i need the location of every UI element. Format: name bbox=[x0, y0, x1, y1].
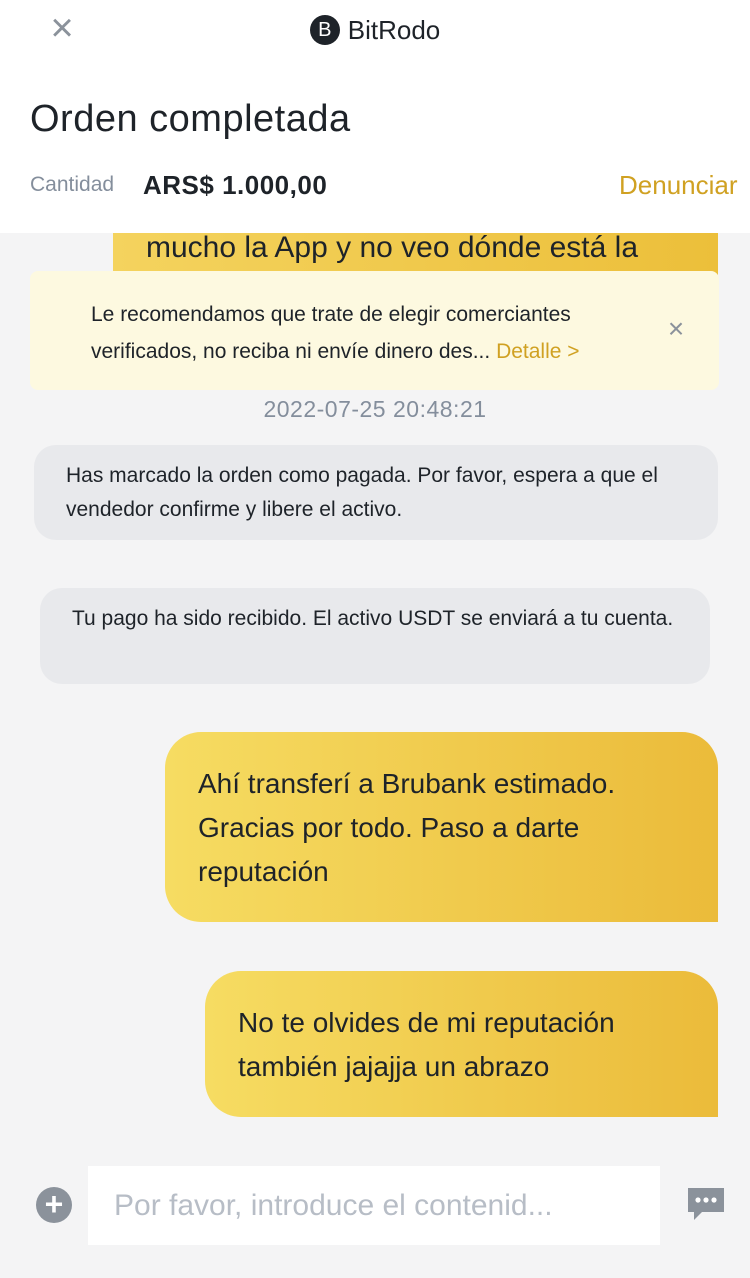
sent-message-bubble: No te olvides de mi reputación también j… bbox=[205, 971, 718, 1117]
quantity-value: ARS$ 1.000,00 bbox=[143, 170, 328, 200]
merchant-name[interactable]: B BitRodo bbox=[0, 12, 750, 48]
merchant-name-label: BitRodo bbox=[347, 15, 441, 45]
page-title: Orden completada bbox=[30, 98, 351, 140]
brand-logo-icon: B bbox=[309, 15, 340, 46]
safety-warning-banner: Le recomendamos que trate de elegir come… bbox=[30, 271, 719, 390]
chat-bubble-icon[interactable] bbox=[686, 1186, 726, 1224]
system-message: Has marcado la orden como pagada. Por fa… bbox=[34, 445, 718, 540]
warning-text: Le recomendamos que trate de elegir come… bbox=[91, 296, 661, 370]
system-message-text: Tu pago ha sido recibido. El activo USDT… bbox=[72, 607, 674, 630]
sent-message-bubble: Ahí transferí a Brubank estimado. Gracia… bbox=[165, 732, 718, 922]
report-button[interactable]: Denunciar bbox=[619, 170, 738, 201]
warning-close-icon[interactable]: × bbox=[662, 315, 690, 343]
warning-detail-link[interactable]: Detalle > bbox=[496, 340, 579, 363]
message-text: Ahí transferí a Brubank estimado. Gracia… bbox=[198, 768, 616, 887]
quantity-label: Cantidad bbox=[30, 173, 115, 196]
message-timestamp: 2022-07-25 20:48:21 bbox=[263, 396, 487, 422]
system-message-text: Has marcado la orden como pagada. Por fa… bbox=[66, 464, 658, 521]
message-text: mucho la App y no veo dónde está la bbox=[146, 231, 639, 264]
plus-icon[interactable]: + bbox=[36, 1187, 72, 1223]
message-text: No te olvides de mi reputación también j… bbox=[238, 1007, 615, 1082]
order-header: × B BitRodo Orden completada Cantidad ARS… bbox=[0, 0, 750, 233]
system-message: Tu pago ha sido recibido. El activo USDT… bbox=[40, 588, 710, 684]
message-input[interactable] bbox=[88, 1166, 660, 1245]
